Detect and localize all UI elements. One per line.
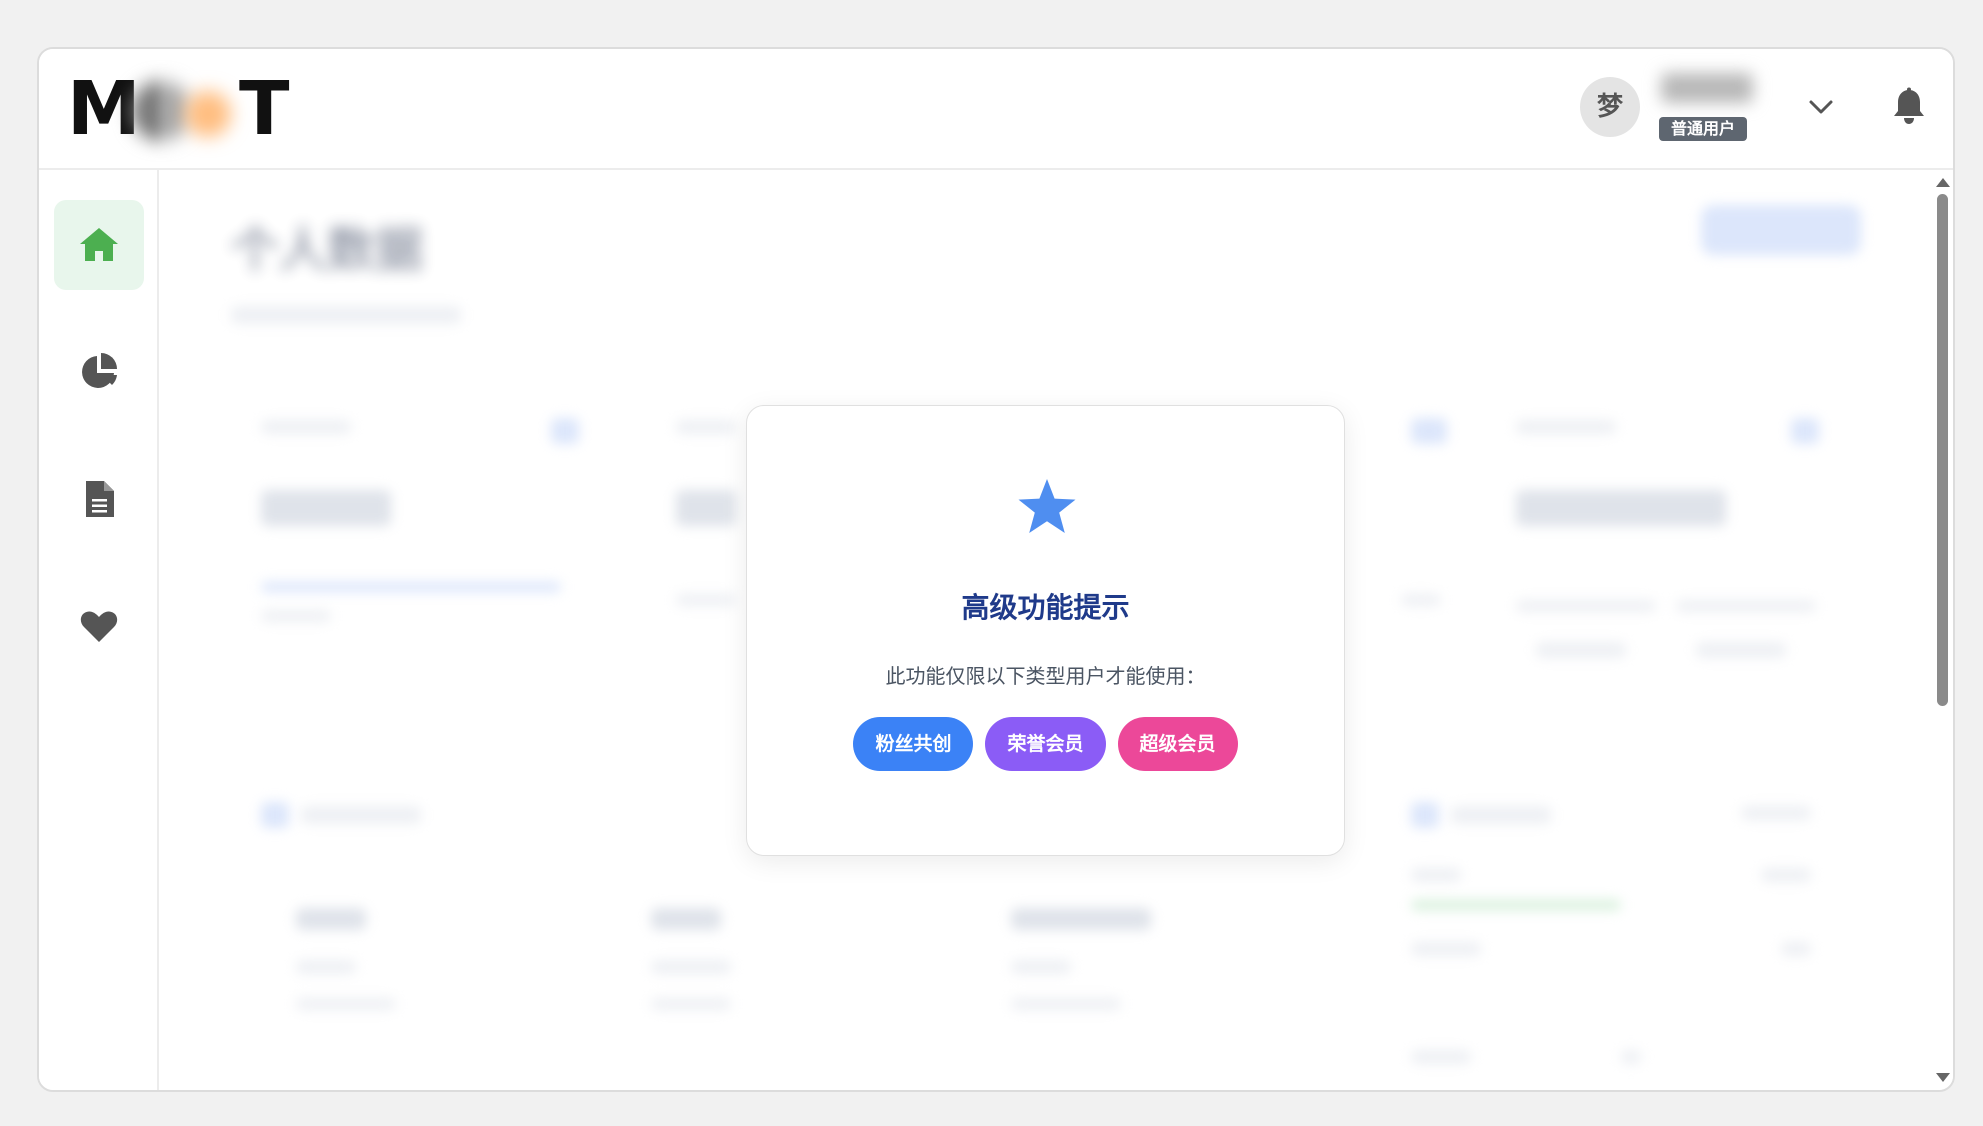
tier-honor-member-button[interactable]: 荣誉会员	[985, 717, 1106, 771]
blurred-table-header-2	[651, 908, 721, 930]
bell-icon[interactable]	[1891, 87, 1927, 127]
blurred-stat-label-2	[676, 420, 736, 434]
blurred-stat-label-4	[1516, 420, 1616, 434]
vertical-scrollbar[interactable]	[1931, 170, 1953, 1090]
username-redacted	[1661, 73, 1753, 103]
blurred-stat-row-4b	[1676, 600, 1816, 612]
modal-description: 此功能仅限以下类型用户才能使用：	[885, 664, 1206, 688]
scrollbar-thumb[interactable]	[1937, 194, 1948, 706]
modal-title: 高级功能提示	[961, 591, 1130, 624]
blurred-list-label-3	[1411, 1050, 1471, 1064]
star-icon	[1018, 479, 1076, 533]
blurred-table-header-1	[296, 908, 366, 930]
blurred-section-link-2	[1741, 806, 1811, 820]
sidebar-item-home[interactable]	[54, 200, 144, 290]
heart-icon	[80, 611, 118, 642]
blurred-stat-value	[261, 490, 391, 526]
blurred-section-title-2	[1451, 806, 1551, 824]
blurred-list-value-2	[1781, 942, 1811, 956]
blurred-stat-tag-4b	[1696, 642, 1786, 658]
blurred-list-value-3	[1621, 1050, 1641, 1064]
blurred-list-bar	[1411, 900, 1621, 910]
blurred-section-title	[301, 806, 421, 824]
scroll-up-arrow-icon[interactable]	[1936, 178, 1950, 187]
blurred-stat-note-2	[676, 594, 736, 606]
blurred-stat-value-2	[676, 490, 736, 526]
blurred-stat-row-4a	[1516, 600, 1656, 612]
tier-super-member-button[interactable]: 超级会员	[1117, 717, 1238, 771]
sidebar-item-favorites[interactable]	[54, 581, 144, 671]
sidebar-item-stats[interactable]	[54, 327, 144, 417]
blurred-list-label-2	[1411, 942, 1481, 956]
logo-letter-t: T	[239, 66, 290, 152]
pie-chart-icon	[82, 353, 117, 388]
page-title: 个人数据	[231, 222, 424, 278]
blurred-table-cell-3	[1011, 960, 1071, 974]
blurred-stat-label	[261, 420, 351, 434]
blurred-section-icon	[261, 802, 289, 828]
blurred-list-label	[1411, 868, 1461, 882]
blurred-stat-icon	[551, 418, 579, 444]
logo[interactable]: M T	[67, 61, 290, 161]
blurred-table-cell-2	[651, 960, 731, 974]
tier-options: 粉丝共创 荣誉会员 超级会员	[747, 717, 1344, 771]
sidebar	[39, 170, 159, 1090]
blurred-subtitle	[231, 306, 461, 324]
blurred-stat-tag-4a	[1536, 642, 1626, 658]
top-bar: M T 梦 普通用户	[39, 49, 1953, 170]
blurred-stat-note-3	[1401, 594, 1441, 606]
blurred-table-header-3	[1011, 908, 1151, 930]
premium-feature-modal: 高级功能提示 此功能仅限以下类型用户才能使用： 粉丝共创 荣誉会员 超级会员	[746, 405, 1345, 856]
blurred-section-icon-2	[1411, 802, 1439, 828]
user-role-badge: 普通用户	[1659, 117, 1748, 141]
blurred-table-cell-4	[296, 998, 396, 1010]
blurred-list-value	[1761, 868, 1811, 882]
scroll-down-arrow-icon[interactable]	[1936, 1073, 1950, 1082]
avatar[interactable]: 梦	[1580, 77, 1640, 137]
blurred-action-button	[1701, 205, 1861, 255]
document-icon	[86, 481, 114, 517]
blurred-stat-icon-4	[1791, 418, 1819, 444]
blurred-table-cell-6	[1011, 998, 1121, 1010]
home-icon	[80, 228, 118, 261]
blurred-stat-note	[261, 610, 331, 622]
blurred-table-cell	[296, 960, 356, 974]
blurred-stat-value-4	[1516, 490, 1726, 526]
blurred-table-cell-5	[651, 998, 731, 1010]
sidebar-item-documents[interactable]	[54, 454, 144, 544]
tier-fan-cocreate-button[interactable]: 粉丝共创	[853, 717, 974, 771]
chevron-down-icon[interactable]	[1807, 93, 1835, 121]
blurred-progress-bar	[261, 582, 561, 592]
logo-letter-m: M	[67, 66, 141, 152]
blurred-stat-icon-3	[1411, 418, 1447, 444]
